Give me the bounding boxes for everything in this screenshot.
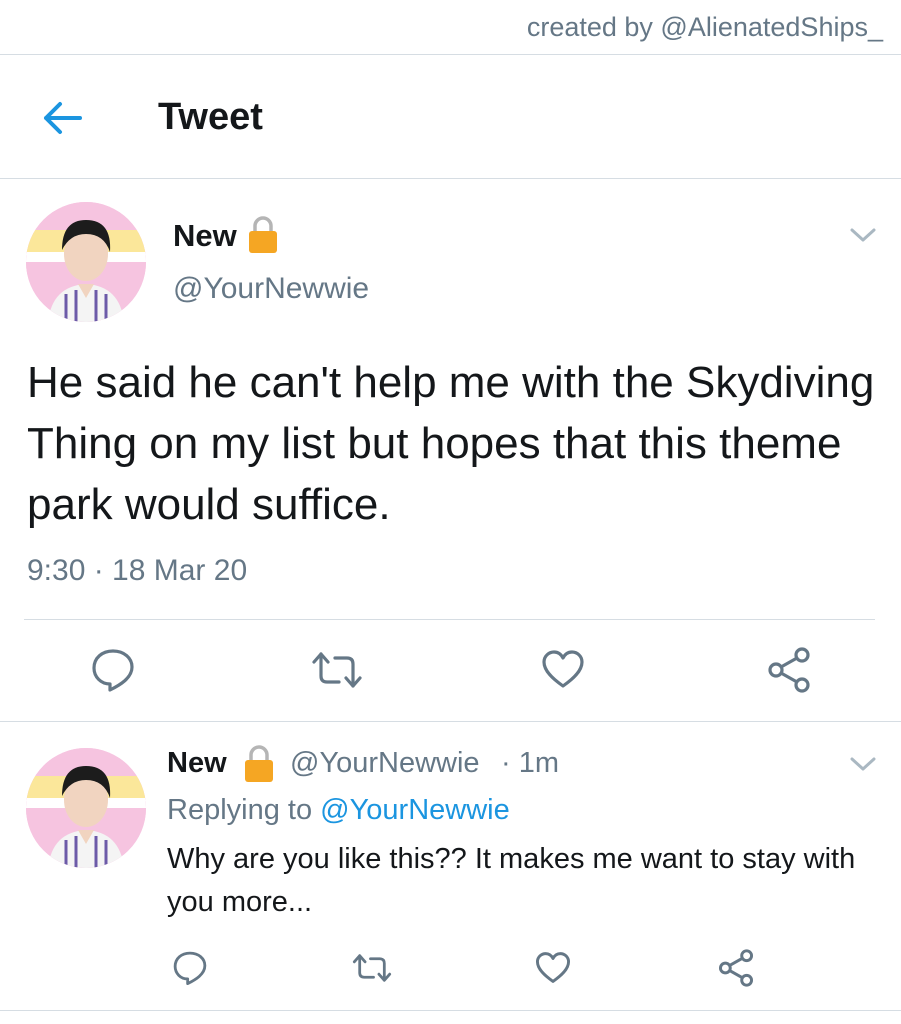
replying-to: Replying to @YourNewwie xyxy=(167,794,510,827)
divider xyxy=(24,619,875,620)
divider xyxy=(0,54,901,55)
reply-author-handle[interactable]: @YourNewwie xyxy=(290,747,480,780)
divider xyxy=(0,178,901,179)
reply-text: Why are you like this?? It makes me want… xyxy=(167,843,856,918)
like-icon[interactable] xyxy=(535,951,571,984)
share-icon[interactable] xyxy=(767,647,811,693)
back-arrow-icon xyxy=(44,102,82,134)
tweet-timestamp[interactable]: 9:30 · 18 Mar 20 xyxy=(27,554,247,588)
back-button[interactable] xyxy=(40,98,84,138)
reply-avatar[interactable] xyxy=(26,748,146,868)
chevron-down-icon[interactable] xyxy=(849,226,877,244)
reply-icon[interactable] xyxy=(90,647,136,693)
replying-to-label: Replying to xyxy=(167,794,313,826)
creator-credit: created by @AlienatedShips_ xyxy=(526,12,883,42)
retweet-icon[interactable] xyxy=(311,650,363,690)
author-name[interactable]: New xyxy=(173,218,237,254)
tweet-text: He said he can't help me with the Skydiv… xyxy=(27,358,875,529)
reply-icon[interactable] xyxy=(172,950,208,986)
chevron-down-icon[interactable] xyxy=(849,755,877,773)
avatar-image xyxy=(26,202,146,322)
divider xyxy=(0,721,901,722)
author-handle[interactable]: @YourNewwie xyxy=(173,272,369,306)
like-icon[interactable] xyxy=(541,649,585,689)
avatar[interactable] xyxy=(26,202,146,322)
share-icon[interactable] xyxy=(718,949,754,987)
reply-age: · 1m xyxy=(501,747,559,779)
page-title: Tweet xyxy=(158,96,263,138)
lock-icon xyxy=(245,745,273,782)
divider xyxy=(0,1010,901,1011)
retweet-icon[interactable] xyxy=(352,952,392,984)
reply-author-name[interactable]: New xyxy=(167,747,227,780)
lock-icon xyxy=(249,216,277,253)
avatar-image xyxy=(26,748,146,868)
replying-to-handle[interactable]: @YourNewwie xyxy=(320,794,510,826)
